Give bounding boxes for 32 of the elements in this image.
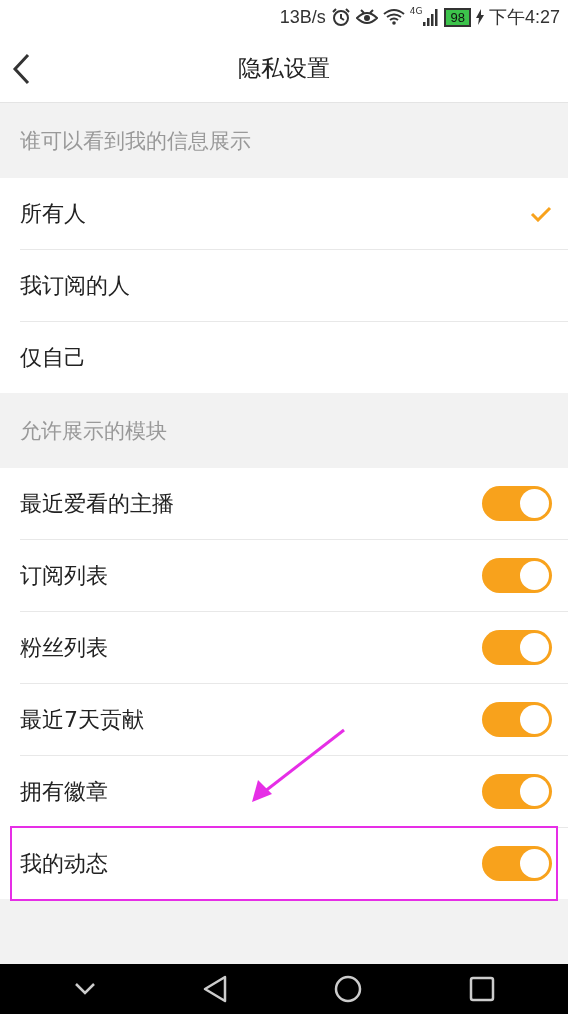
network-type: 4G bbox=[409, 6, 423, 16]
toggle-switch[interactable] bbox=[482, 846, 552, 881]
module-label: 最近7天贡献 bbox=[20, 705, 144, 734]
module-label: 订阅列表 bbox=[20, 561, 108, 590]
module-label: 我的动态 bbox=[20, 849, 108, 878]
home-icon[interactable] bbox=[333, 975, 362, 1003]
signal-icon bbox=[423, 8, 440, 26]
eye-icon bbox=[355, 8, 378, 26]
wifi-icon bbox=[382, 8, 405, 26]
section-header: 允许展示的模块 bbox=[19, 417, 168, 445]
visibility-option[interactable]: 仅自己 bbox=[20, 322, 568, 393]
toggle-switch[interactable] bbox=[482, 486, 552, 521]
visibility-option[interactable]: 所有人 bbox=[20, 178, 568, 250]
collapse-icon[interactable] bbox=[73, 982, 96, 996]
toggle-switch[interactable] bbox=[482, 630, 552, 665]
toggle-switch[interactable] bbox=[482, 558, 552, 593]
recents-icon[interactable] bbox=[468, 976, 495, 1002]
battery-level: 98 bbox=[444, 7, 471, 27]
clock: 下午4:27 bbox=[488, 6, 560, 29]
back-nav-icon[interactable] bbox=[202, 975, 227, 1003]
charging-icon bbox=[475, 9, 484, 25]
toggle-switch[interactable] bbox=[482, 702, 552, 737]
module-label: 最近爱看的主播 bbox=[20, 489, 174, 518]
page-title: 隐私设置 bbox=[238, 53, 330, 83]
section-header: 谁可以看到我的信息展示 bbox=[19, 127, 252, 155]
module-label: 拥有徽章 bbox=[20, 777, 108, 806]
network-speed: 13B/s bbox=[279, 6, 326, 28]
back-icon bbox=[12, 53, 30, 85]
visibility-option[interactable]: 我订阅的人 bbox=[20, 250, 568, 322]
alarm-icon bbox=[330, 7, 351, 27]
toggle-switch[interactable] bbox=[482, 774, 552, 809]
module-label: 粉丝列表 bbox=[20, 633, 108, 662]
